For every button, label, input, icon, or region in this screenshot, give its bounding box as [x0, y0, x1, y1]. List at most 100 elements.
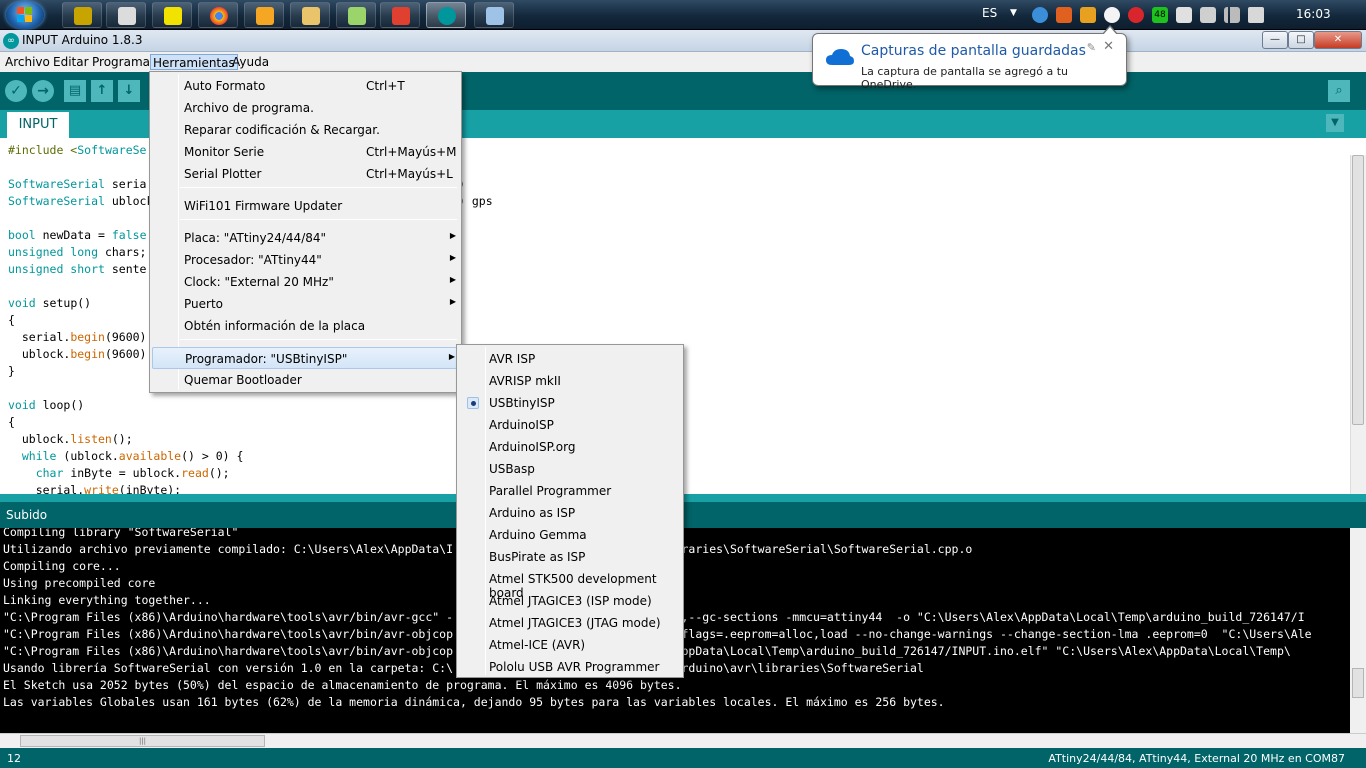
menu-item-quemar-bootloader[interactable]: Quemar Bootloader — [152, 369, 459, 391]
taskbar-app-media[interactable] — [244, 2, 284, 28]
tray-badge[interactable]: 48 — [1152, 7, 1168, 23]
pin-icon[interactable]: ✎ — [1087, 41, 1096, 54]
window-titlebar: ∞ INPUT Arduino 1.8.3 — □ ✕ — [0, 30, 1366, 52]
taskbar-app-calculator[interactable] — [106, 2, 146, 28]
menu-herramientas[interactable]: Herramientas — [150, 54, 238, 70]
window-title: INPUT Arduino 1.8.3 — [22, 33, 143, 47]
code-line: #include <SoftwareSe — [8, 143, 147, 157]
programmer-option[interactable]: ArduinoISP — [459, 414, 681, 436]
menu-item-label: Serial Plotter — [184, 167, 262, 181]
taskbar-app-chrome[interactable] — [198, 2, 238, 28]
open-sketch-button[interactable]: ↑ — [91, 80, 113, 102]
menu-item-reparar-codificaci-n-recargar[interactable]: Reparar codificación & Recargar. — [152, 119, 459, 141]
programmer-option[interactable]: Arduino Gemma — [459, 524, 681, 546]
menu-editar[interactable]: Editar — [51, 54, 91, 70]
taskbar-app-window[interactable] — [474, 2, 514, 28]
notification-title: Capturas de pantalla guardadas — [861, 43, 1086, 59]
programmer-option[interactable]: Atmel-ICE (AVR) — [459, 634, 681, 656]
programmer-option[interactable]: Arduino as ISP — [459, 502, 681, 524]
menu-item-archivo-de-programa[interactable]: Archivo de programa. — [152, 97, 459, 119]
menu-item-obt-n-informaci-n-de-la-placa[interactable]: Obtén información de la placa — [152, 315, 459, 337]
menu-item-puerto[interactable]: Puerto ▶ — [152, 293, 459, 315]
save-sketch-button[interactable]: ↓ — [118, 80, 140, 102]
menu-item-label: Procesador: "ATtiny44" — [184, 253, 322, 267]
menu-separator — [180, 187, 457, 188]
programmer-option[interactable]: Pololu USB AVR Programmer — [459, 656, 681, 678]
console-scroll-thumb[interactable] — [1352, 668, 1364, 698]
taskbar-app-editor[interactable] — [152, 2, 192, 28]
onedrive-notification[interactable]: Capturas de pantalla guardadas La captur… — [812, 25, 1127, 91]
programmer-option[interactable]: USBasp — [459, 458, 681, 480]
line-number: 12 — [7, 752, 21, 765]
taskbar-app-explorer[interactable] — [290, 2, 330, 28]
console-line: Compiling core... — [3, 559, 121, 573]
console-scrollbar[interactable] — [1350, 528, 1366, 733]
serial-monitor-button[interactable]: ⌕ — [1328, 80, 1350, 102]
menu-item-auto-formato[interactable]: Auto Formato Ctrl+T — [152, 75, 459, 97]
programmer-option[interactable]: AVRISP mkII — [459, 370, 681, 392]
cloud-icon — [826, 49, 854, 65]
console-horizontal-thumb[interactable]: ||| — [20, 735, 265, 747]
console-line: Compiling library "SoftwareSerial" — [3, 528, 239, 539]
tray-app-icon[interactable] — [1056, 7, 1072, 23]
menu-archivo[interactable]: Archivo — [3, 54, 52, 70]
console-line: Linking everything together... — [3, 593, 211, 607]
menu-item-label: Archivo de programa. — [184, 101, 314, 115]
editor-scroll-thumb[interactable] — [1352, 155, 1364, 425]
signal-icon[interactable] — [1224, 7, 1240, 23]
menu-item-serial-plotter[interactable]: Serial Plotter Ctrl+Mayús+L — [152, 163, 459, 185]
programmer-option[interactable]: USBtinyISP — [459, 392, 681, 414]
programmer-option[interactable]: ArduinoISP.org — [459, 436, 681, 458]
code-line: unsigned short sente — [8, 262, 147, 276]
programmer-option[interactable]: Atmel JTAGICE3 (ISP mode) — [459, 590, 681, 612]
media-player-icon — [256, 7, 274, 25]
close-icon[interactable]: ✕ — [1103, 39, 1114, 54]
code-line: { — [8, 313, 15, 327]
tab-menu-button[interactable]: ▼ — [1326, 114, 1344, 132]
close-button[interactable]: ✕ — [1314, 31, 1362, 49]
programmer-option[interactable]: AVR ISP — [459, 348, 681, 370]
mega-icon[interactable] — [1128, 7, 1144, 23]
volume-icon[interactable] — [1248, 7, 1264, 23]
menu-item-label: Reparar codificación & Recargar. — [184, 123, 380, 137]
code-line: serial.begin(9600) — [8, 330, 147, 344]
console-horizontal-scrollbar[interactable]: ||| — [0, 733, 1366, 748]
console-status-text: Subido — [6, 508, 48, 522]
programmer-option[interactable]: BusPirate as ISP — [459, 546, 681, 568]
minimize-button[interactable]: — — [1262, 31, 1288, 49]
chevron-down-icon[interactable]: ▼ — [1010, 8, 1017, 18]
code-line: { — [8, 415, 15, 429]
upload-button[interactable]: → — [32, 80, 54, 102]
maximize-button[interactable]: □ — [1288, 31, 1314, 49]
menu-ayuda[interactable]: Ayuda — [230, 54, 271, 70]
usb-icon[interactable] — [1200, 7, 1216, 23]
programmer-option[interactable]: Parallel Programmer — [459, 480, 681, 502]
console-line: Las variables Globales usan 161 bytes (6… — [3, 695, 945, 709]
menu-item-procesador[interactable]: Procesador: "ATtiny44" ▶ — [152, 249, 459, 271]
onedrive-icon[interactable] — [1104, 7, 1120, 23]
taskbar-app-chat[interactable] — [336, 2, 376, 28]
taskbar-app-red[interactable] — [380, 2, 420, 28]
upload-icon[interactable] — [1032, 7, 1048, 23]
menu-item-label: Auto Formato — [184, 79, 266, 93]
tray-app2-icon[interactable] — [1080, 7, 1096, 23]
menu-item-monitor-serie[interactable]: Monitor Serie Ctrl+Mayús+M — [152, 141, 459, 163]
new-sketch-button[interactable]: ▤ — [64, 80, 86, 102]
clock[interactable]: 16:03 — [1296, 7, 1331, 21]
menu-item-clock[interactable]: Clock: "External 20 MHz" ▶ — [152, 271, 459, 293]
menu-item-programador[interactable]: Programador: "USBtinyISP" ▶ — [152, 347, 459, 369]
taskbar-app-pdf[interactable] — [62, 2, 102, 28]
programmer-option[interactable]: Atmel STK500 development board — [459, 568, 681, 600]
menu-item-placa[interactable]: Placa: "ATtiny24/44/84" ▶ — [152, 227, 459, 249]
taskbar-app-arduino[interactable] — [426, 2, 466, 28]
start-button[interactable] — [6, 1, 44, 29]
editor-scrollbar[interactable] — [1350, 155, 1366, 494]
menu-programa[interactable]: Programa — [90, 54, 152, 70]
programmer-option[interactable]: Atmel JTAGICE3 (JTAG mode) — [459, 612, 681, 634]
language-indicator[interactable]: ES — [982, 6, 997, 20]
submenu-arrow-icon: ▶ — [448, 352, 455, 361]
network-warning-icon[interactable] — [1176, 7, 1192, 23]
menu-item-wifi101-firmware-updater[interactable]: WiFi101 Firmware Updater — [152, 195, 459, 217]
verify-button[interactable]: ✓ — [5, 80, 27, 102]
tab-input[interactable]: INPUT — [7, 112, 69, 138]
